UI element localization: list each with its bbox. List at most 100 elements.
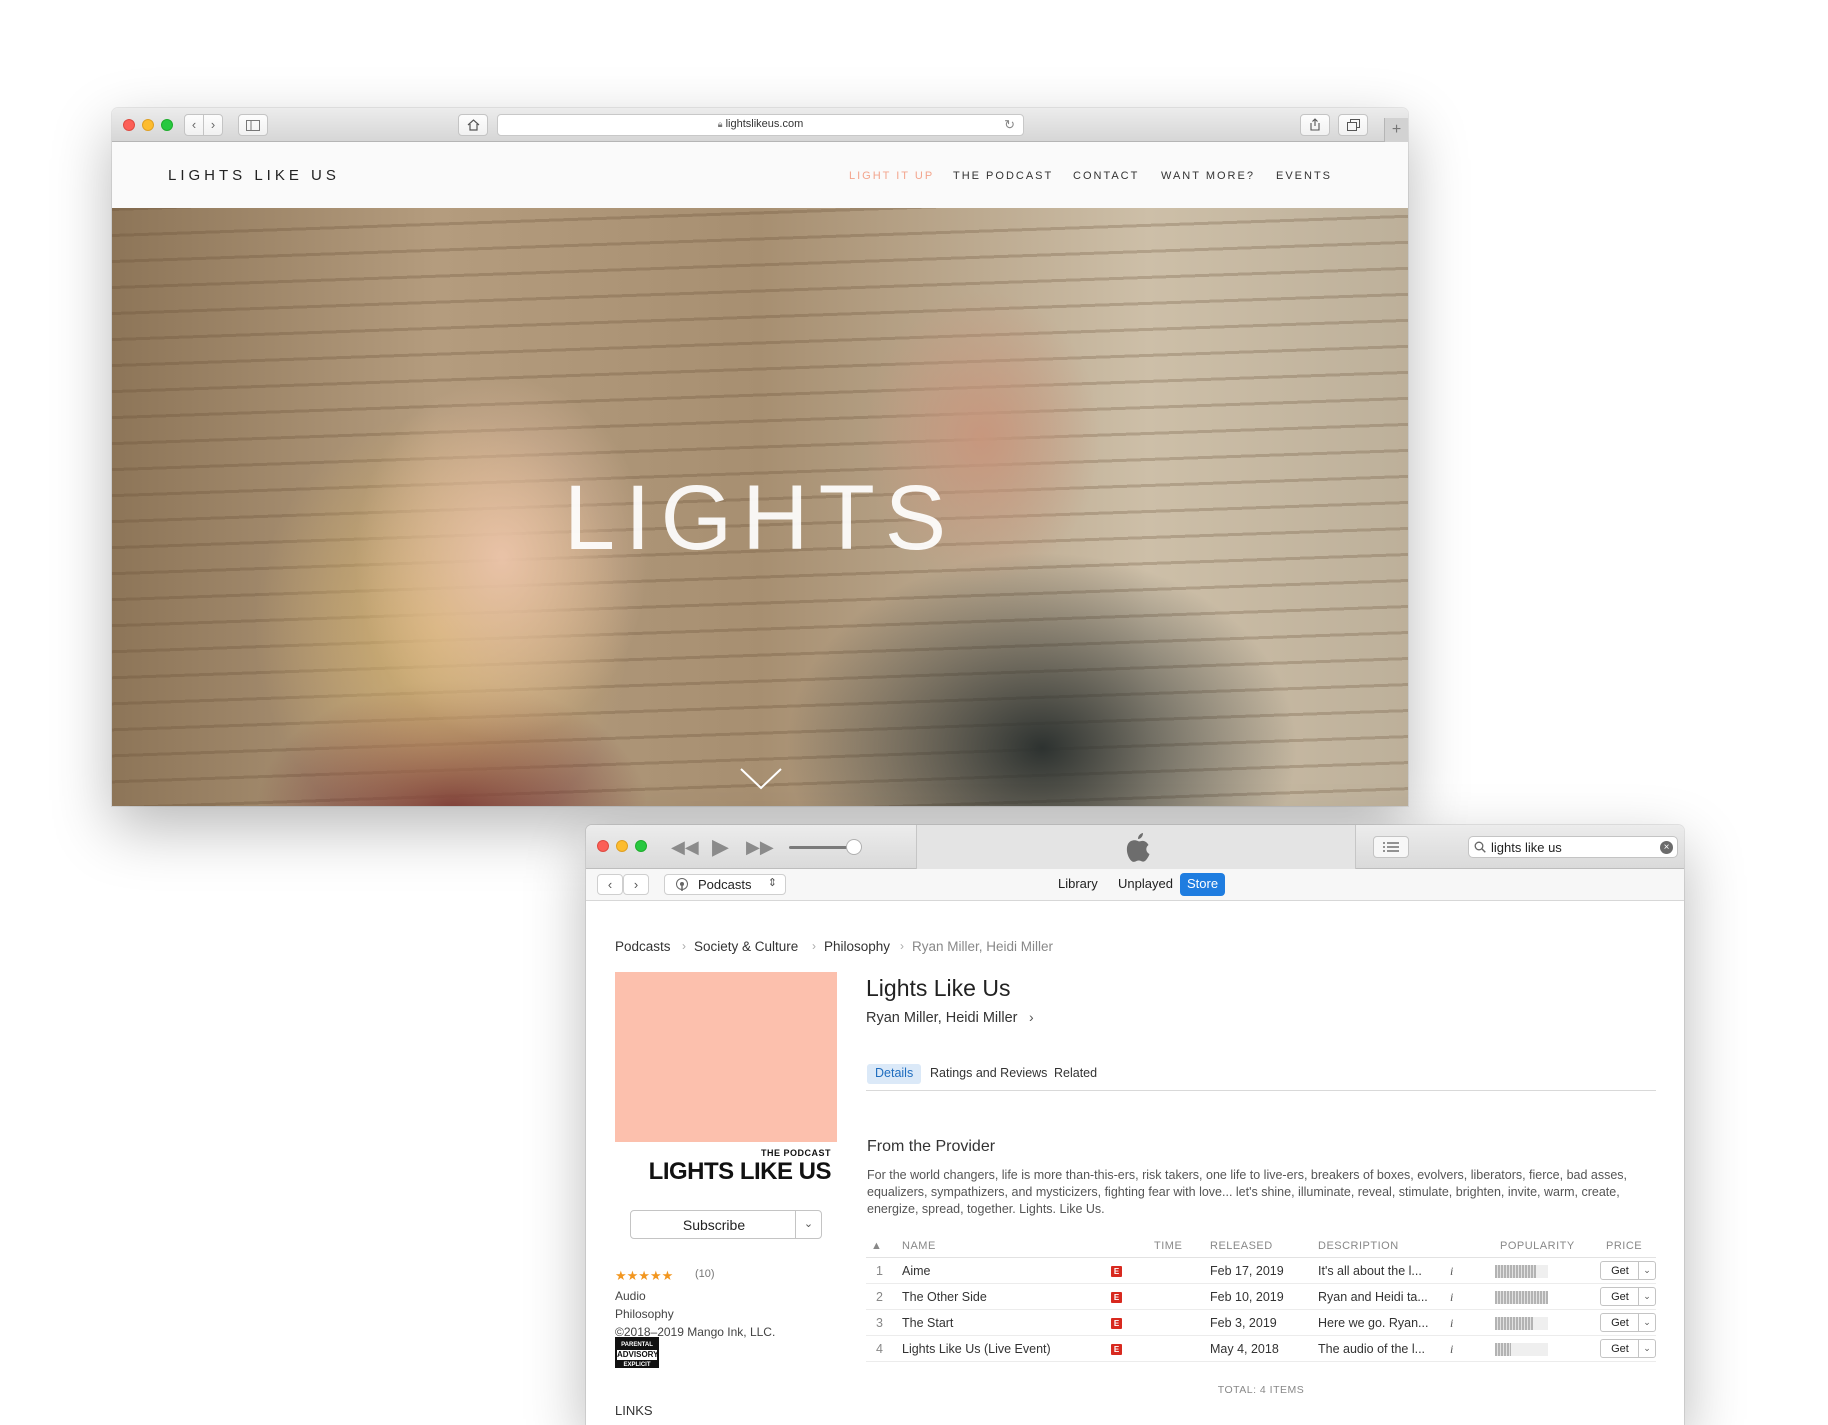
table-row[interactable]: 2 The Other Side E Feb 10, 2019 Ryan and…: [866, 1284, 1656, 1310]
forward-icon[interactable]: ›: [623, 874, 649, 895]
parental-advisory-badge: PARENTAL ADVISORY EXPLICIT CONTENT: [615, 1337, 659, 1376]
forward-icon[interactable]: ›: [203, 114, 223, 136]
get-button[interactable]: Get ⌄: [1600, 1313, 1656, 1332]
get-button[interactable]: Get ⌄: [1600, 1287, 1656, 1306]
info-icon[interactable]: i: [1450, 1264, 1453, 1279]
chevron-down-icon[interactable]: ⌄: [795, 1211, 821, 1238]
fast-forward-icon[interactable]: ▶▶: [746, 837, 774, 858]
tab-ratings-reviews[interactable]: Ratings and Reviews: [922, 1064, 1055, 1084]
breadcrumb-society-culture[interactable]: Society & Culture: [694, 939, 798, 954]
address-bar[interactable]: 🔒︎ lightslikeus.com ↻: [497, 114, 1024, 136]
back-icon[interactable]: ‹: [597, 874, 623, 895]
site-logo[interactable]: LIGHTS LIKE US: [168, 167, 340, 184]
home-icon[interactable]: [458, 114, 488, 136]
itunes-lcd: [916, 825, 1356, 869]
minimize-window-button[interactable]: [142, 119, 154, 131]
share-icon[interactable]: [1300, 114, 1330, 136]
apple-logo-icon: [1126, 833, 1150, 862]
hero-photo: LIGHTS: [112, 208, 1408, 806]
column-header-popularity[interactable]: POPULARITY: [1500, 1240, 1575, 1252]
sort-indicator-icon[interactable]: ▲: [871, 1240, 882, 1252]
volume-knob[interactable]: [846, 839, 862, 855]
close-window-button[interactable]: [123, 119, 135, 131]
media-kind-label: Podcasts: [698, 877, 752, 892]
play-icon[interactable]: ▶: [712, 834, 729, 860]
nav-want-more[interactable]: WANT MORE?: [1161, 170, 1255, 182]
list-icon[interactable]: [1373, 836, 1409, 858]
podcast-artwork: THE PODCAST LIGHTS LIKE US: [615, 972, 837, 1194]
column-header-name[interactable]: NAME: [902, 1240, 936, 1252]
close-window-button[interactable]: [597, 840, 609, 852]
column-header-price[interactable]: PRICE: [1606, 1240, 1642, 1252]
episode-description: Ryan and Heidi ta...: [1318, 1290, 1428, 1304]
episode-name: Lights Like Us (Live Event): [902, 1342, 1051, 1356]
column-header-released[interactable]: RELEASED: [1210, 1240, 1273, 1252]
chevron-down-icon[interactable]: ⌄: [1638, 1262, 1655, 1279]
popularity-fill: [1495, 1317, 1534, 1330]
zoom-window-button[interactable]: [635, 840, 647, 852]
nav-contact[interactable]: CONTACT: [1073, 170, 1139, 182]
tab-related[interactable]: Related: [1046, 1064, 1105, 1084]
row-number: 2: [876, 1290, 883, 1304]
tab-unplayed[interactable]: Unplayed: [1111, 873, 1180, 896]
column-header-time[interactable]: TIME: [1154, 1240, 1182, 1252]
row-number: 1: [876, 1264, 883, 1278]
breadcrumb-separator-icon: ›: [900, 939, 904, 953]
artwork-subtitle: THE PODCAST: [760, 1148, 831, 1158]
tab-library[interactable]: Library: [1051, 873, 1105, 896]
popularity-bar: [1495, 1265, 1548, 1278]
new-tab-icon[interactable]: +: [1384, 118, 1408, 142]
explicit-badge: E: [1111, 1318, 1122, 1329]
get-button[interactable]: Get ⌄: [1600, 1261, 1656, 1280]
episode-name: The Other Side: [902, 1290, 987, 1304]
subscribe-button[interactable]: Subscribe ⌄: [630, 1210, 822, 1239]
nav-events[interactable]: EVENTS: [1276, 170, 1332, 182]
episode-released: Feb 3, 2019: [1210, 1316, 1277, 1330]
popularity-fill: [1495, 1291, 1548, 1304]
podcast-author[interactable]: Ryan Miller, Heidi Miller: [866, 1010, 1017, 1026]
tabs-icon[interactable]: [1338, 114, 1368, 136]
chevron-down-icon[interactable]: [740, 768, 782, 790]
nav-light-it-up[interactable]: LIGHT IT UP: [849, 170, 934, 182]
explicit-badge: E: [1111, 1344, 1122, 1355]
breadcrumb-podcasts[interactable]: Podcasts: [615, 939, 671, 954]
volume-slider[interactable]: [789, 846, 853, 849]
subscribe-label: Subscribe: [682, 1217, 746, 1233]
artwork-title: LIGHTS LIKE US: [648, 1158, 832, 1185]
clear-icon[interactable]: ×: [1660, 841, 1673, 854]
sidebar-icon[interactable]: [238, 114, 268, 136]
table-row[interactable]: 1 Aime E Feb 17, 2019 It's all about the…: [866, 1258, 1656, 1284]
breadcrumb-philosophy[interactable]: Philosophy: [824, 939, 890, 954]
table-row[interactable]: 4 Lights Like Us (Live Event) E May 4, 2…: [866, 1336, 1656, 1362]
column-header-description[interactable]: DESCRIPTION: [1318, 1240, 1399, 1252]
tab-store[interactable]: Store: [1180, 873, 1226, 896]
site-header: LIGHTS LIKE US LIGHT IT UP THE PODCAST C…: [112, 142, 1408, 208]
episode-description: It's all about the l...: [1318, 1264, 1422, 1278]
popularity-fill: [1495, 1265, 1537, 1278]
explicit-badge: E: [1111, 1266, 1122, 1277]
chevron-right-icon[interactable]: ›: [1029, 1009, 1034, 1025]
episode-description: Here we go. Ryan...: [1318, 1316, 1429, 1330]
tab-details[interactable]: Details: [867, 1064, 922, 1084]
chevron-down-icon[interactable]: ⌄: [1638, 1314, 1655, 1331]
info-icon[interactable]: i: [1450, 1316, 1453, 1331]
zoom-window-button[interactable]: [161, 119, 173, 131]
table-row[interactable]: 3 The Start E Feb 3, 2019 Here we go. Ry…: [866, 1310, 1656, 1336]
divider: [866, 1090, 1656, 1091]
episode-name: The Start: [902, 1316, 954, 1330]
search-input[interactable]: lights like us ×: [1468, 836, 1678, 858]
get-button[interactable]: Get ⌄: [1600, 1339, 1656, 1358]
info-icon[interactable]: i: [1450, 1290, 1453, 1305]
get-label: Get: [1611, 1291, 1629, 1303]
nav-the-podcast[interactable]: THE PODCAST: [953, 170, 1053, 182]
minimize-window-button[interactable]: [616, 840, 628, 852]
explicit-badge: E: [1111, 1292, 1122, 1303]
chevron-down-icon[interactable]: ⌄: [1638, 1340, 1655, 1357]
rewind-icon[interactable]: ◀◀: [671, 837, 699, 858]
reload-icon[interactable]: ↻: [1004, 117, 1015, 133]
back-icon[interactable]: ‹: [184, 114, 204, 136]
row-number: 4: [876, 1342, 883, 1356]
media-kind-selector[interactable]: Podcasts ⇕: [664, 874, 786, 895]
chevron-down-icon[interactable]: ⌄: [1638, 1288, 1655, 1305]
info-icon[interactable]: i: [1450, 1342, 1453, 1357]
